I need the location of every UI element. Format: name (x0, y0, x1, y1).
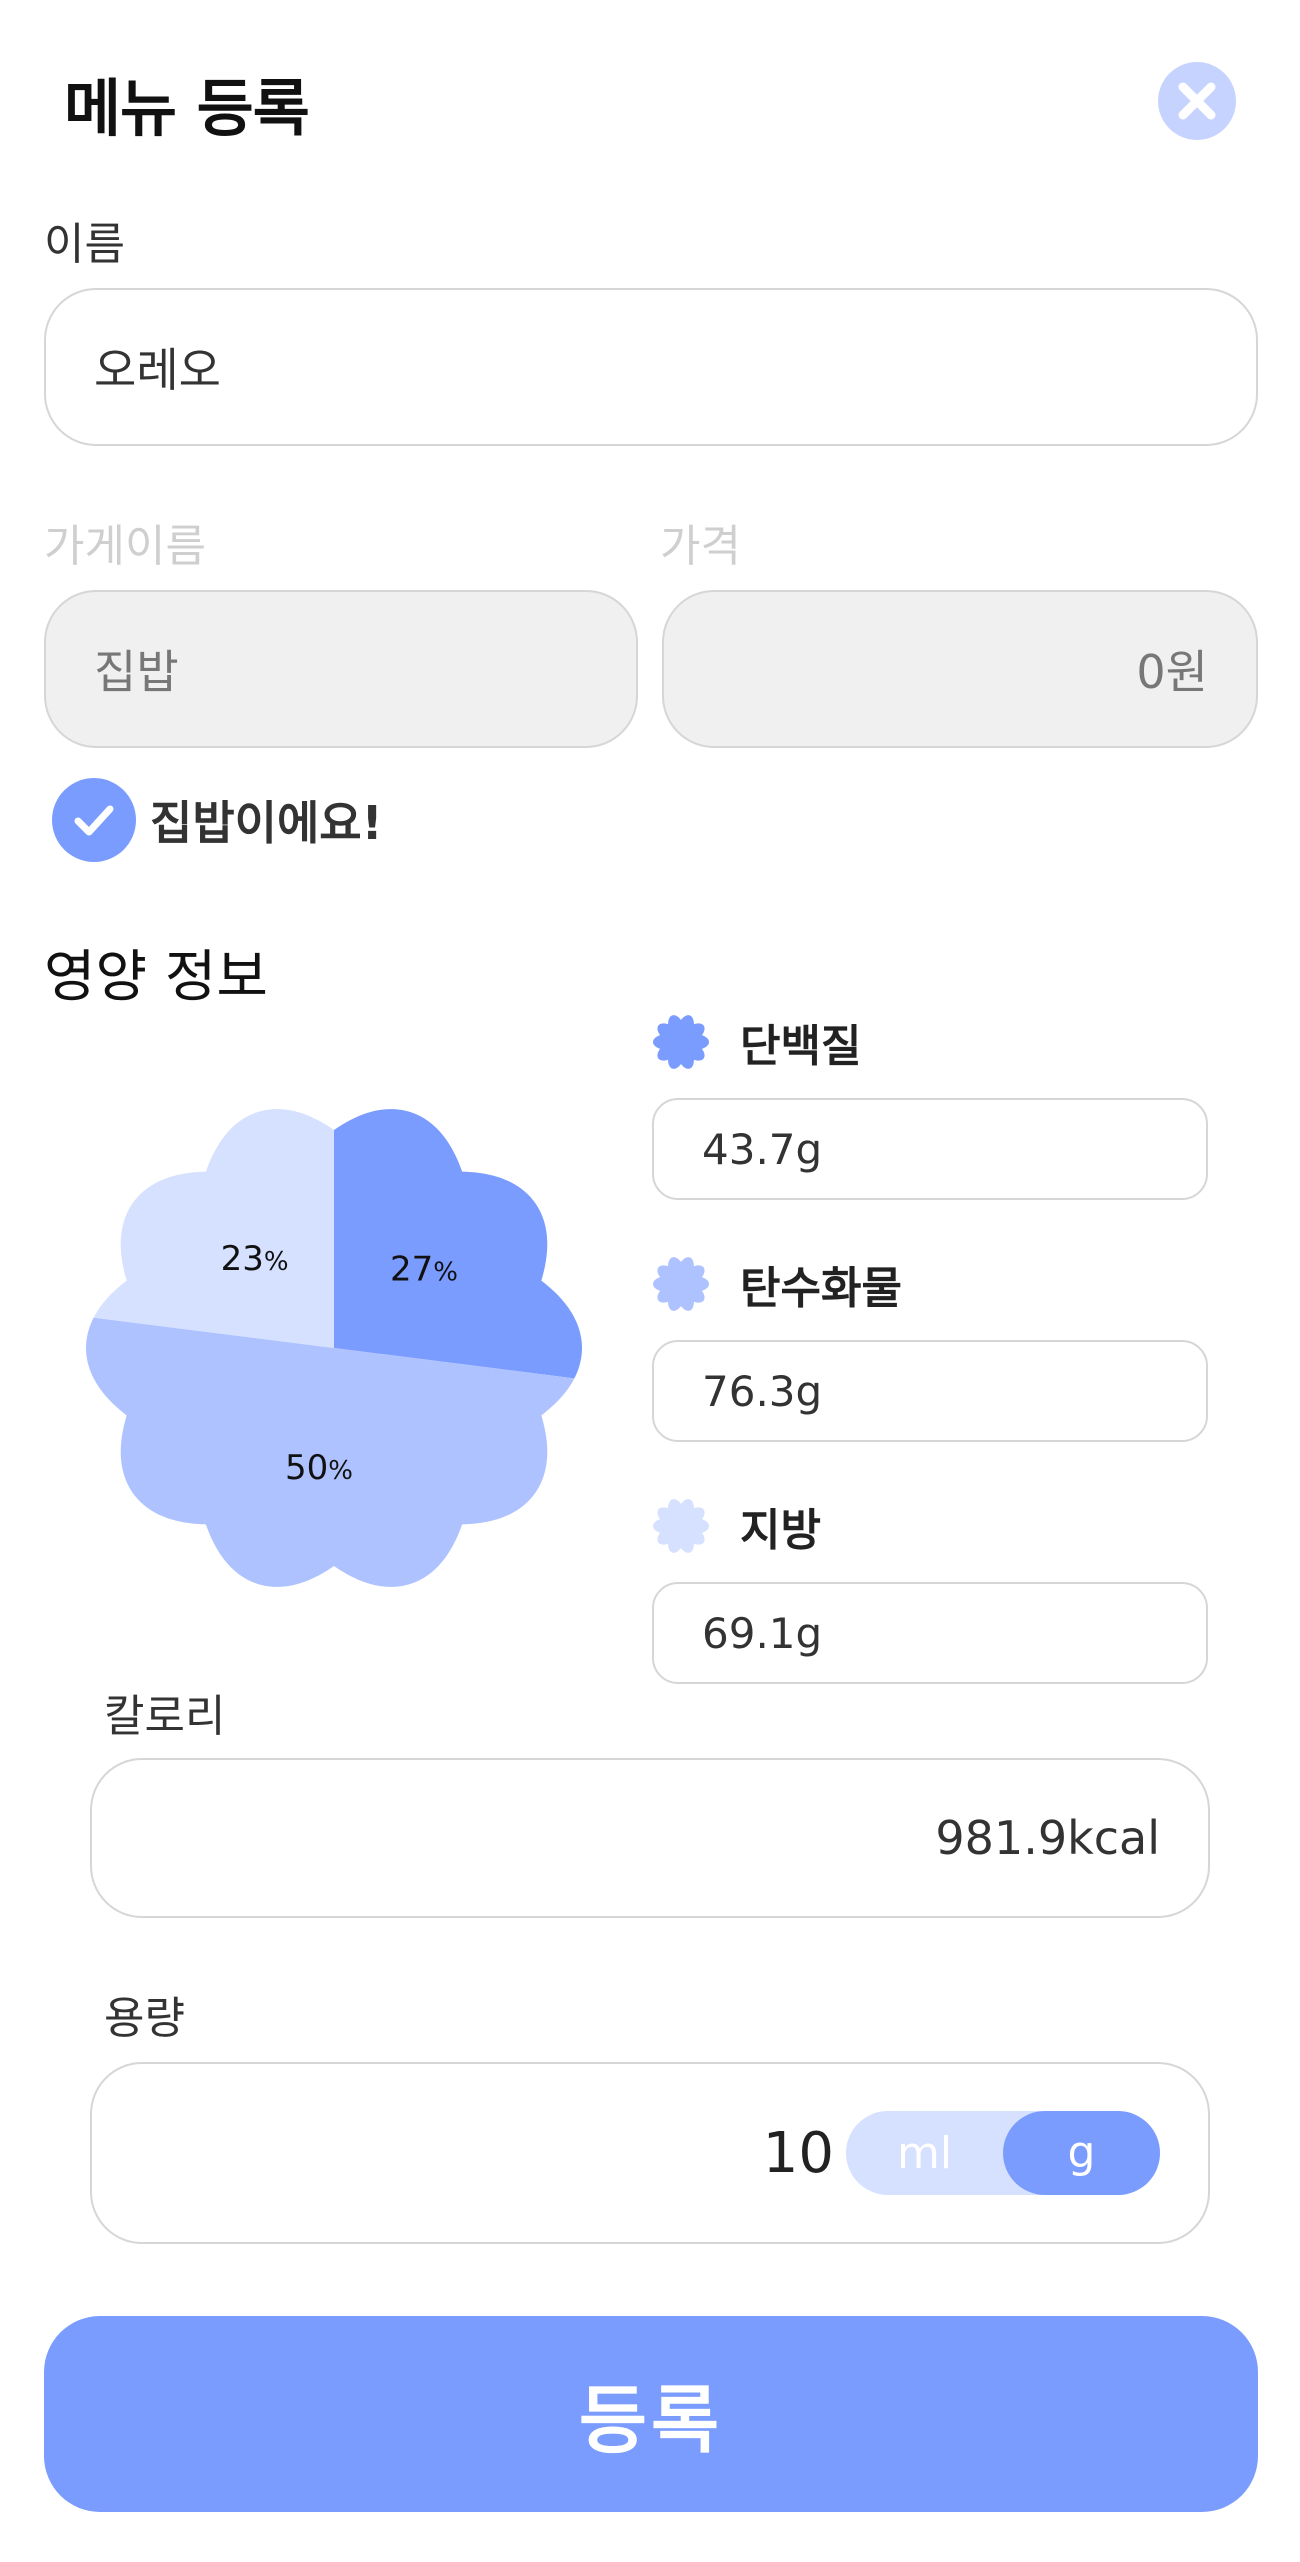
store-name-value: 집밥 (94, 645, 179, 699)
calorie-input[interactable]: 981.9kcal (90, 1758, 1210, 1918)
name-label: 이름 (44, 219, 125, 270)
protein-dot-icon (653, 1015, 709, 1069)
protein-label: 단백질 (740, 1021, 862, 1072)
protein-input[interactable]: 43.7g (652, 1098, 1208, 1200)
pie-slice-0 (334, 1109, 582, 1386)
legend-fat: 지방 (652, 1494, 821, 1558)
amount-input[interactable]: 10 ml g (90, 2062, 1210, 2244)
store-name-input[interactable]: 집밥 (44, 590, 638, 748)
price-input[interactable]: 0원 (662, 590, 1258, 748)
unit-toggle[interactable]: ml g (846, 2111, 1160, 2195)
nutrition-pie-chart: 27% 50% 23% (84, 1098, 584, 1598)
fat-input[interactable]: 69.1g (652, 1582, 1208, 1684)
homemade-label: 집밥이에요! (150, 796, 383, 850)
amount-label: 용량 (104, 1993, 185, 2044)
store-name-label: 가게이름 (44, 521, 206, 572)
carbs-input[interactable]: 76.3g (652, 1340, 1208, 1442)
homemade-checkbox[interactable]: 집밥이에요! (52, 778, 383, 862)
fat-label: 지방 (740, 1505, 821, 1556)
close-button[interactable] (1158, 62, 1236, 140)
calorie-value: 981.9kcal (935, 1811, 1160, 1865)
calorie-label: 칼로리 (104, 1691, 226, 1742)
price-label: 가격 (660, 521, 741, 572)
price-value: 0원 (1136, 645, 1208, 699)
fat-dot-icon (653, 1499, 709, 1553)
legend-protein: 단백질 (652, 1010, 861, 1074)
name-input[interactable]: 오레오 (44, 288, 1258, 446)
carbs-value: 76.3g (702, 1366, 823, 1416)
unit-option-g[interactable]: g (1003, 2111, 1160, 2195)
protein-value: 43.7g (702, 1124, 823, 1174)
legend-carbs: 탄수화물 (652, 1252, 902, 1316)
carbs-label: 탄수화물 (740, 1263, 902, 1314)
pie-slice-2 (86, 1109, 334, 1348)
close-icon (1178, 82, 1216, 120)
check-circle (52, 778, 136, 862)
unit-option-ml[interactable]: ml (846, 2128, 1003, 2179)
name-input-value: 오레오 (94, 343, 221, 397)
amount-value: 10 (762, 2120, 834, 2186)
nutrition-section-title: 영양 정보 (44, 945, 268, 1010)
submit-button[interactable]: 등록 (44, 2316, 1258, 2512)
fat-value: 69.1g (702, 1608, 823, 1658)
carbs-dot-icon (653, 1257, 709, 1311)
page-title: 메뉴 등록 (64, 72, 310, 145)
checkmark-icon (74, 805, 114, 836)
